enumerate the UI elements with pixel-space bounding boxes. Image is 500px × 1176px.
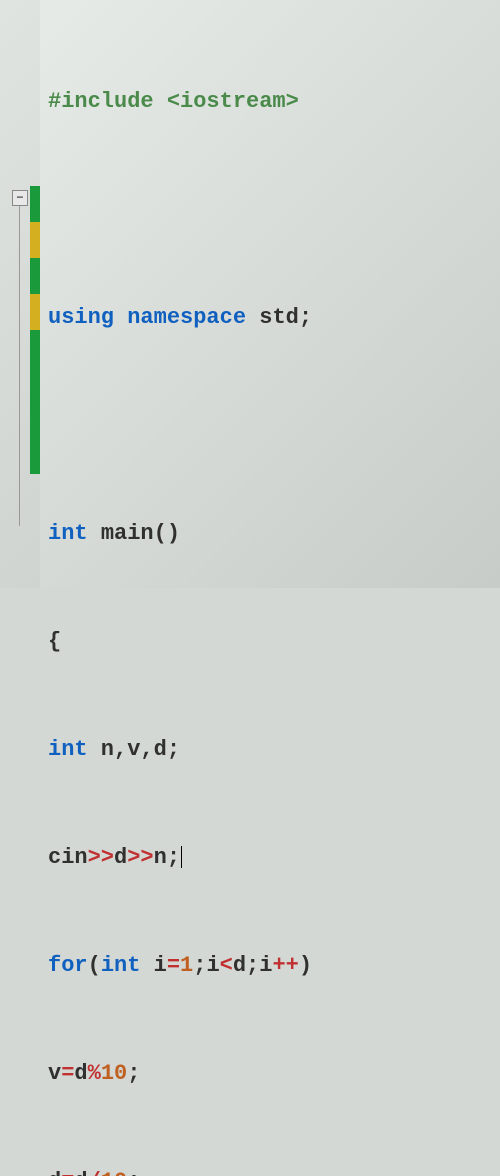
operator: = — [61, 1061, 74, 1086]
preprocessor: #include <iostream> — [48, 89, 299, 114]
punct: ; — [246, 953, 259, 978]
identifier: d — [48, 1169, 61, 1176]
text-cursor — [181, 846, 182, 868]
keyword: for — [48, 953, 88, 978]
change-marker — [30, 294, 40, 330]
operator: ++ — [272, 953, 298, 978]
identifier: std — [259, 305, 299, 330]
code-line — [48, 192, 500, 228]
code-editor[interactable]: − #include <iostream> using namespace st… — [0, 0, 500, 588]
code-line: int main() — [48, 516, 500, 552]
identifier: d — [114, 845, 127, 870]
identifier: d — [233, 953, 246, 978]
punct: ( — [88, 953, 101, 978]
code-line: v=d%10; — [48, 1056, 500, 1092]
operator: >> — [88, 845, 114, 870]
keyword: int — [101, 953, 141, 978]
identifier: i — [140, 953, 166, 978]
fold-toggle[interactable]: − — [12, 190, 28, 206]
code-line — [48, 408, 500, 444]
punct: ; — [127, 1061, 140, 1086]
identifier: i — [259, 953, 272, 978]
number: 10 — [101, 1169, 127, 1176]
operator: / — [88, 1169, 101, 1176]
code-line: #include <iostream> — [48, 84, 500, 120]
fold-line — [19, 206, 20, 526]
punct: ; — [299, 305, 312, 330]
operator: < — [220, 953, 233, 978]
code-area[interactable]: #include <iostream> using namespace std;… — [40, 0, 500, 588]
punct: ; — [167, 845, 180, 870]
punct: ; — [167, 737, 180, 762]
code-line: for(int i=1;i<d;i++) — [48, 948, 500, 984]
identifier: v — [48, 1061, 61, 1086]
punct: ; — [127, 1169, 140, 1176]
operator: = — [167, 953, 180, 978]
change-marker — [30, 366, 40, 402]
operator: >> — [127, 845, 153, 870]
identifier: main() — [101, 521, 180, 546]
keyword: using — [48, 305, 114, 330]
brace: { — [48, 629, 61, 654]
code-line: d=d/10; — [48, 1164, 500, 1176]
identifier: d — [74, 1061, 87, 1086]
identifier: n,v,d — [88, 737, 167, 762]
change-marker — [30, 222, 40, 258]
number: 1 — [180, 953, 193, 978]
identifier: i — [206, 953, 219, 978]
keyword: namespace — [127, 305, 246, 330]
operator: % — [88, 1061, 101, 1086]
code-line: using namespace std; — [48, 300, 500, 336]
identifier: cin — [48, 845, 88, 870]
change-marker — [30, 438, 40, 474]
number: 10 — [101, 1061, 127, 1086]
code-line: int n,v,d; — [48, 732, 500, 768]
operator: = — [61, 1169, 74, 1176]
gutter: − — [0, 0, 40, 588]
keyword: int — [48, 737, 88, 762]
identifier: n — [154, 845, 167, 870]
change-marker — [30, 258, 40, 294]
change-marker — [30, 402, 40, 438]
change-marker — [30, 186, 40, 222]
keyword: int — [48, 521, 88, 546]
identifier: d — [74, 1169, 87, 1176]
code-line: { — [48, 624, 500, 660]
code-line: cin>>d>>n; — [48, 840, 500, 876]
change-marker — [30, 330, 40, 366]
punct: ) — [299, 953, 312, 978]
punct: ; — [193, 953, 206, 978]
